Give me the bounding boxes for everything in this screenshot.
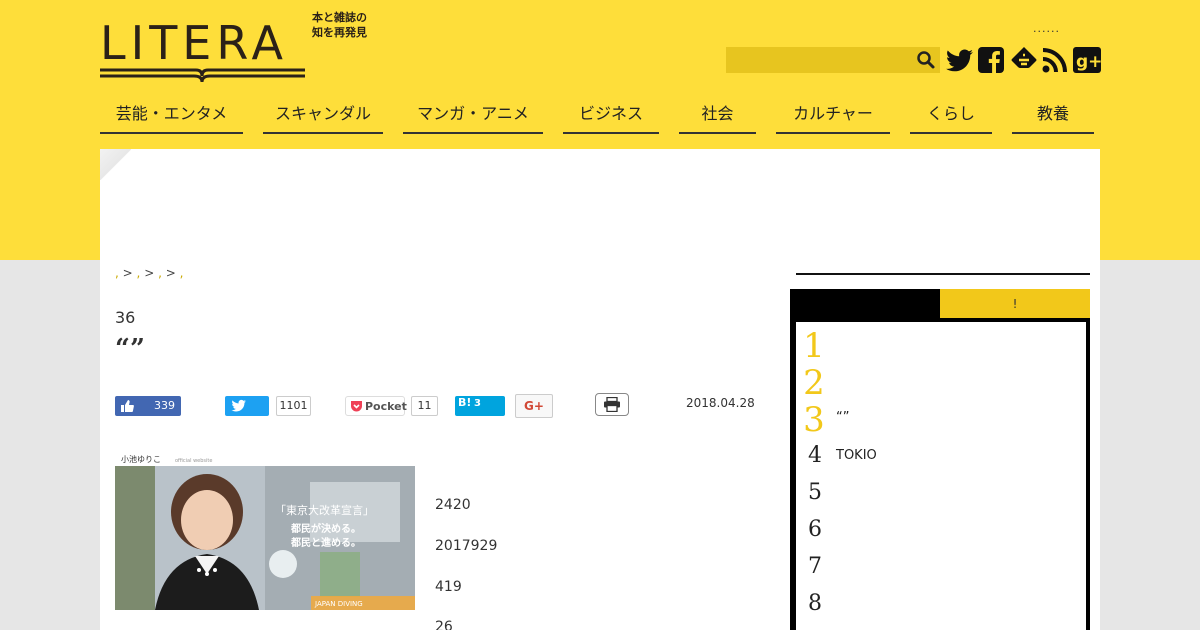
book-icon: [100, 68, 305, 83]
rank-number-4: 4: [808, 443, 822, 468]
ranking-list: [796, 322, 1086, 630]
feedly-icon[interactable]: [1009, 44, 1039, 76]
search-input[interactable]: [726, 47, 940, 73]
search-icon[interactable]: [916, 50, 936, 70]
svg-text:g+: g+: [1076, 52, 1102, 72]
facebook-like-count: 339: [154, 399, 175, 412]
rss-icon[interactable]: [1041, 44, 1069, 76]
page-fold-corner: [100, 149, 131, 180]
tweet-count: 1101: [276, 396, 311, 416]
sidebar-divider: [796, 273, 1090, 275]
koike-website-screenshot: 小池ゆりこ official website 「東京大改革宣言」 都民が決める。…: [115, 452, 415, 610]
nav-item-manga-anime[interactable]: マンガ・アニメ: [403, 98, 543, 134]
rank-number-8: 8: [808, 591, 822, 616]
body-line-3: 419: [435, 579, 462, 595]
hatena-label: B!: [458, 396, 472, 409]
rank-item-3[interactable]: “”: [836, 410, 849, 425]
pocket-label: Pocket: [365, 400, 407, 413]
print-button[interactable]: [595, 393, 629, 416]
nav-item-life[interactable]: くらし: [910, 98, 992, 134]
facebook-like-button[interactable]: 339: [115, 396, 181, 416]
nav-item-business[interactable]: ビジネス: [563, 98, 659, 134]
rank-number-7: 7: [808, 554, 822, 579]
photo-caption-line-1: 都民が決める。: [290, 522, 361, 535]
ranking-tab-active[interactable]: [790, 289, 940, 319]
google-plus-icon[interactable]: g+: [1072, 44, 1102, 76]
body-line-2: 2017929: [435, 538, 498, 554]
twitter-icon[interactable]: [945, 44, 975, 76]
printer-icon: [604, 397, 620, 412]
rank-item-4[interactable]: TOKIO: [836, 448, 877, 463]
main-nav: 芸能・エンタメ スキャンダル マンガ・アニメ ビジネス 社会 カルチャー くらし…: [100, 98, 1100, 136]
hatena-count: 3: [474, 398, 481, 409]
nav-item-culture[interactable]: カルチャー: [776, 98, 890, 134]
article-title: “”: [115, 334, 145, 364]
article-kicker: 36: [115, 308, 136, 327]
rank-number-3: 3: [803, 400, 825, 440]
pocket-count: 11: [411, 396, 438, 416]
logo-text: LITERA: [100, 16, 288, 70]
photo-caption-line-2: 都民と進める。: [290, 536, 361, 549]
body-line-4: 26: [435, 619, 453, 630]
breadcrumb-link[interactable]: ,: [158, 266, 162, 280]
photo-header-name: 小池ゆりこ: [121, 454, 161, 464]
breadcrumb-link[interactable]: ,: [115, 266, 119, 280]
rank-number-1: 1: [803, 326, 825, 366]
nav-item-society[interactable]: 社会: [679, 98, 756, 134]
rank-number-5: 5: [808, 480, 822, 505]
photo-header-sub: official website: [175, 458, 212, 464]
breadcrumb-separator: >: [165, 266, 176, 280]
breadcrumb-separator: >: [144, 266, 155, 280]
tweet-button[interactable]: [225, 396, 269, 416]
header-dots: ......: [1033, 22, 1060, 35]
twitter-bird-icon: [231, 399, 246, 412]
pocket-icon: [351, 401, 362, 412]
article-photo: 小池ゆりこ official website 「東京大改革宣言」 都民が決める。…: [115, 452, 415, 610]
breadcrumb-link[interactable]: ,: [137, 266, 141, 280]
tagline-line-1: 本と雑誌の: [312, 11, 367, 24]
nav-item-scandal[interactable]: スキャンダル: [263, 98, 383, 134]
nav-item-culture-education[interactable]: 教養: [1012, 98, 1094, 134]
thumbs-up-icon: [121, 400, 134, 412]
photo-caption-title: 「東京大改革宣言」: [275, 503, 374, 517]
breadcrumb: , > , > , > ,: [115, 266, 183, 280]
ranking-tab-secondary[interactable]: !: [940, 289, 1090, 319]
breadcrumb-current: ,: [179, 266, 184, 280]
rank-number-6: 6: [808, 517, 822, 542]
google-plus-button[interactable]: G+: [515, 394, 553, 418]
publish-date: 2018.04.28: [686, 396, 755, 410]
site-logo[interactable]: LITERA 本と雑誌の 知を再発見: [100, 11, 380, 84]
breadcrumb-separator: >: [122, 266, 133, 280]
pocket-button[interactable]: Pocket: [345, 396, 407, 416]
facebook-icon[interactable]: [977, 44, 1005, 76]
rank-number-2: 2: [803, 363, 825, 403]
nav-item-entertainment[interactable]: 芸能・エンタメ: [100, 98, 243, 134]
logo-tagline: 本と雑誌の 知を再発見: [312, 10, 374, 40]
body-line-1: 2420: [435, 497, 471, 513]
photo-badge: JAPAN DIVING: [314, 600, 363, 608]
tagline-line-2: 知を再発見: [312, 26, 367, 39]
hatena-bookmark-button[interactable]: B! 3: [455, 396, 505, 416]
